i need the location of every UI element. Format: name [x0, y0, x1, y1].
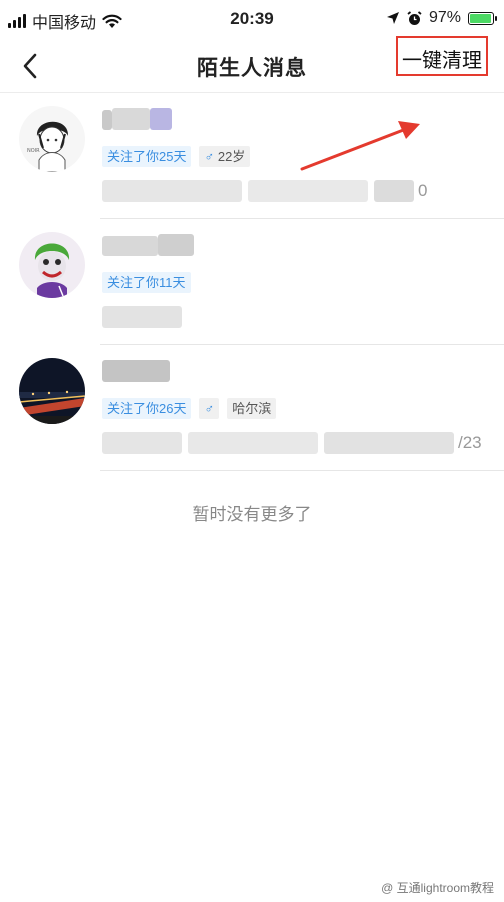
battery-level — [470, 13, 492, 23]
clear-all-label: 一键清理 — [402, 49, 482, 72]
avatar[interactable]: NOIR — [19, 106, 85, 172]
nickname-blurred — [102, 234, 194, 256]
preview-tail: 0 — [418, 181, 428, 200]
battery-percent: 97% — [428, 9, 461, 26]
preview-tail: /23 — [458, 433, 482, 452]
back-button[interactable] — [14, 50, 46, 82]
tag-row: 关注了你26天 ♂ 哈尔滨 — [102, 398, 277, 419]
follow-days-tag: 关注了你25天 — [102, 146, 192, 167]
male-gender-icon: ♂ — [204, 401, 215, 416]
joker-avatar-image — [19, 232, 85, 298]
nickname-blurred — [102, 108, 172, 130]
message-item[interactable]: NOIR 关注了你25天 ♂ 22岁 0 — [0, 93, 504, 219]
message-preview-blurred: 0 — [102, 180, 427, 202]
no-more-note: 暂时没有更多了 — [192, 505, 312, 524]
gender-age-tag: ♂ 22岁 — [199, 146, 251, 167]
avatar[interactable] — [19, 358, 85, 424]
avatar[interactable] — [19, 232, 85, 298]
divider — [100, 470, 504, 471]
follow-days-tag: 关注了你26天 — [102, 398, 192, 419]
alarm-icon — [407, 10, 422, 25]
svg-text:NOIR: NOIR — [27, 148, 40, 154]
male-gender-icon: ♂ — [204, 149, 215, 164]
nickname-blurred — [102, 360, 170, 382]
tag-row: 关注了你11天 — [102, 272, 191, 293]
status-right: 97% — [386, 9, 497, 27]
city-tag: 哈尔滨 — [227, 398, 277, 419]
gender-tag: ♂ — [199, 398, 220, 419]
message-item[interactable]: 关注了你11天 — [0, 219, 504, 345]
message-list: NOIR 关注了你25天 ♂ 22岁 0 关注了你11天 关注了你26天 ♂ 哈… — [0, 93, 504, 471]
tag-row: 关注了你25天 ♂ 22岁 — [102, 146, 251, 167]
chevron-left-icon — [23, 53, 37, 79]
status-bar: 中国移动 20:39 97% — [0, 0, 504, 40]
message-preview-blurred: /23 — [102, 432, 482, 454]
navigation-bar: 陌生人消息 一键清理 — [0, 36, 504, 93]
anime-avatar-image: NOIR — [19, 106, 85, 172]
message-preview-blurred — [102, 306, 182, 328]
location-arrow-icon — [386, 12, 399, 24]
follow-days-tag: 关注了你11天 — [102, 272, 191, 293]
battery-icon — [468, 11, 497, 25]
clear-all-button[interactable]: 一键清理 — [396, 36, 488, 76]
age-label: 22岁 — [217, 149, 246, 164]
night-road-avatar-image — [19, 358, 85, 424]
watermark: @ 互通lightroom教程 — [381, 881, 494, 895]
message-item[interactable]: 关注了你26天 ♂ 哈尔滨 /23 — [0, 345, 504, 471]
